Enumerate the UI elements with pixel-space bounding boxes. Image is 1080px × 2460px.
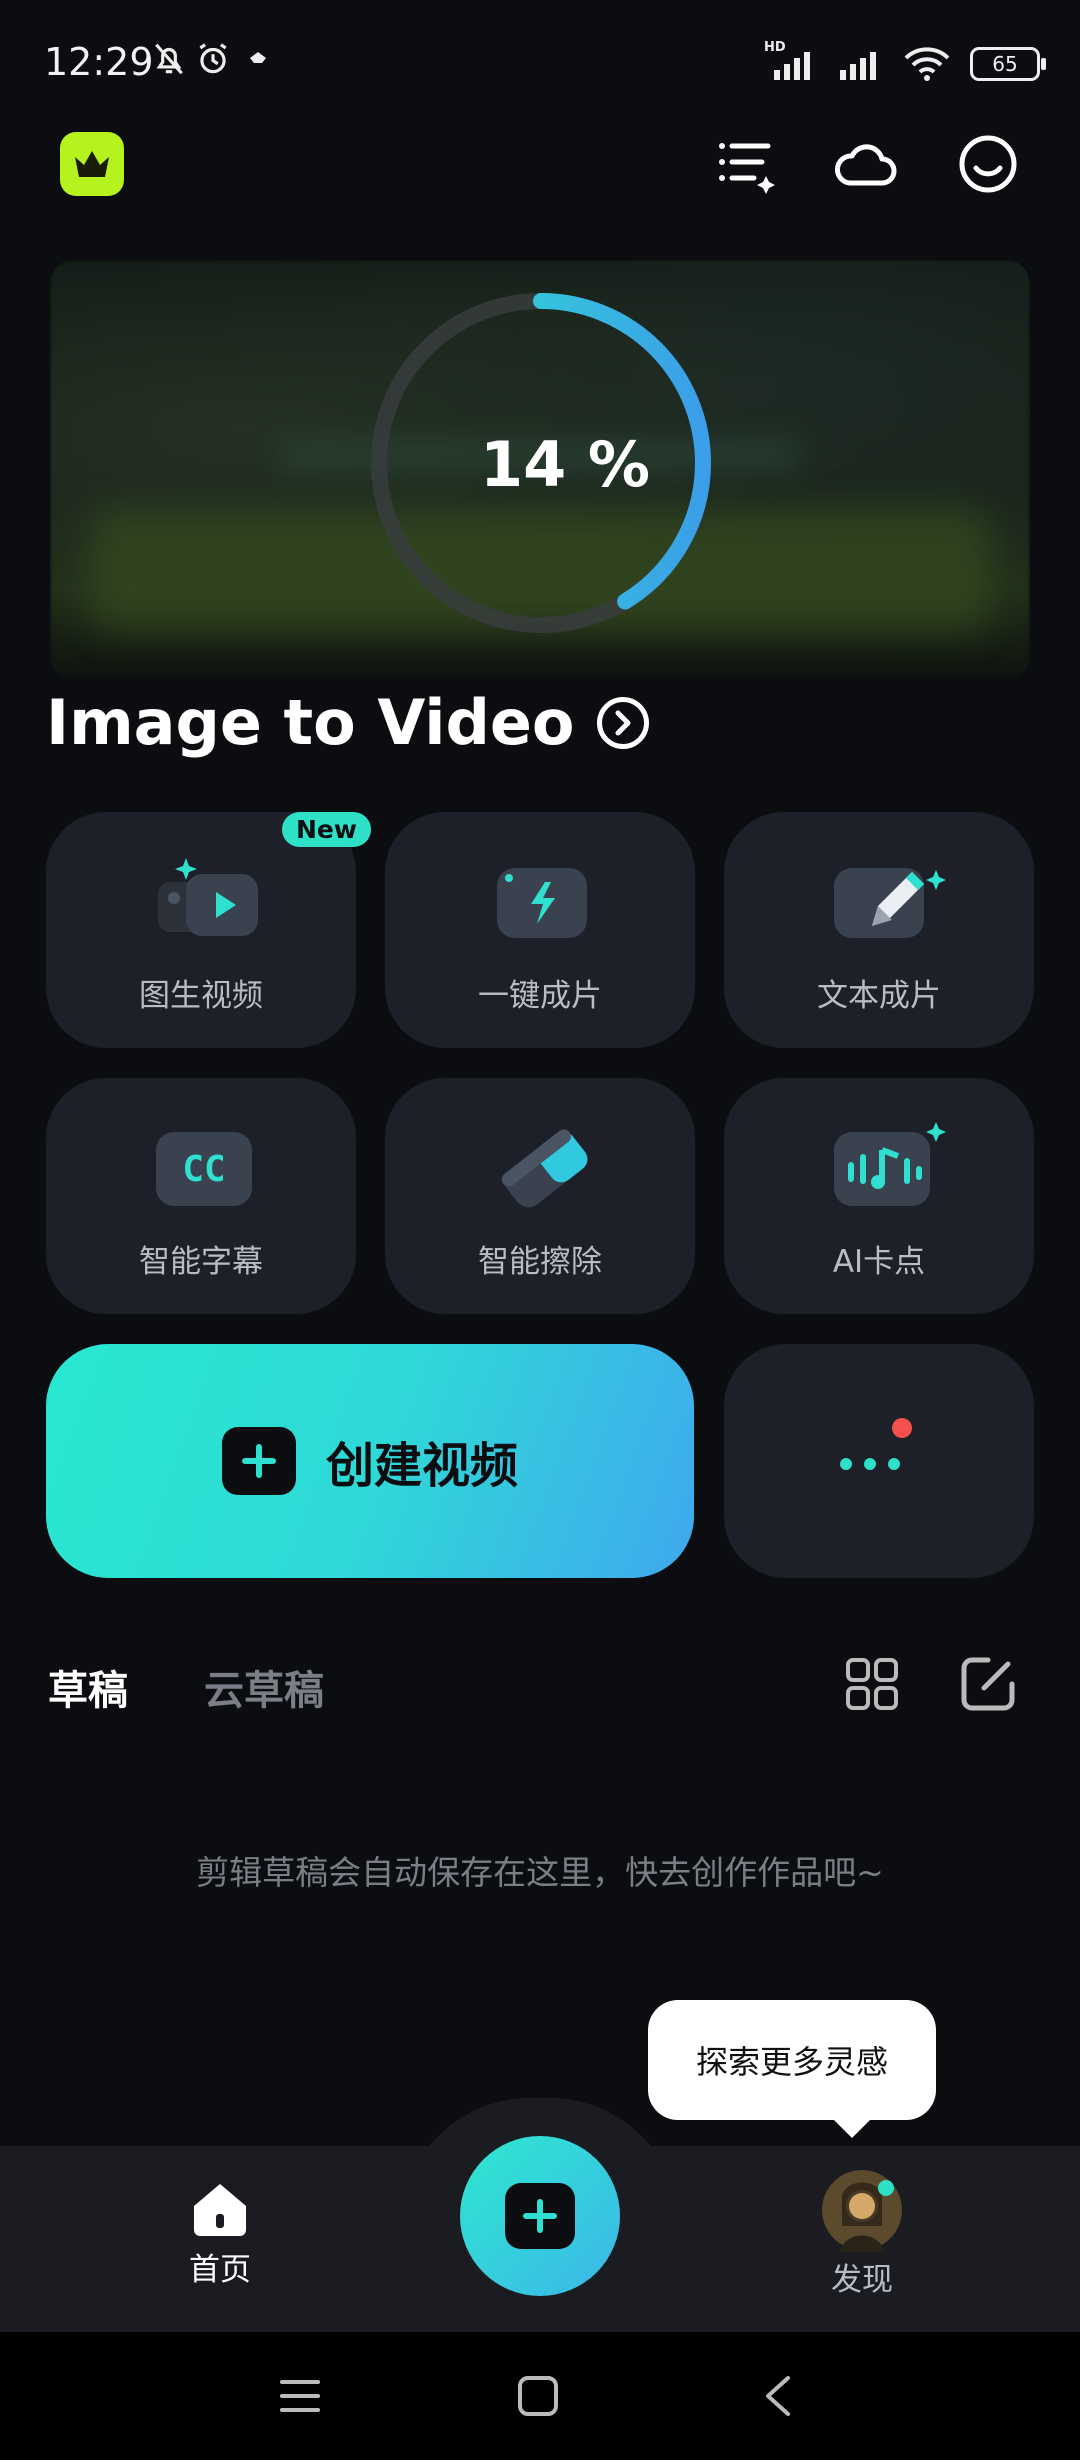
nav-home[interactable]: 首页 <box>170 2182 270 2289</box>
tool-label: AI卡点 <box>832 1244 926 1280</box>
plus-icon <box>505 2183 575 2249</box>
text-to-video-icon <box>824 848 946 948</box>
create-video-button[interactable]: 创建视频 <box>46 1344 694 1578</box>
tab-cloud-drafts[interactable]: 云草稿 <box>204 1658 324 1716</box>
system-status: HD 65 <box>764 40 1046 84</box>
tool-one-click[interactable]: 一键成片 <box>385 812 695 1048</box>
tool-label: 文本成片 <box>817 978 941 1014</box>
beat-icon <box>824 1114 946 1214</box>
eraser-icon <box>485 1114 595 1214</box>
wifi-icon <box>904 47 950 81</box>
tool-label: 图生视频 <box>139 978 263 1014</box>
nav-home-label: 首页 <box>189 2252 251 2288</box>
more-dots-icon <box>840 1418 912 1470</box>
edit-drafts-button[interactable] <box>958 1654 1018 1718</box>
tool-text-to-video[interactable]: 文本成片 <box>724 812 1034 1048</box>
battery-indicator: 65 <box>970 47 1046 81</box>
promo-title: Image to Video <box>46 686 575 759</box>
promo-link[interactable]: Image to Video <box>46 686 649 759</box>
cloud-button[interactable] <box>832 130 900 198</box>
home-button-icon[interactable] <box>516 2374 560 2418</box>
menu-icon[interactable] <box>278 2376 322 2416</box>
app-notification-icon <box>250 52 266 63</box>
discover-tooltip[interactable]: 探索更多灵感 <box>648 2000 936 2138</box>
crown-icon <box>75 151 109 177</box>
profile-icon <box>959 135 1017 193</box>
image-to-video-icon <box>146 848 258 948</box>
empty-drafts-message: 剪辑草稿会自动保存在这里，快去创作作品吧~ <box>196 1853 884 1892</box>
tool-smart-erase[interactable]: 智能擦除 <box>385 1078 695 1314</box>
cellular-signal-icon: HD <box>764 40 818 84</box>
progress-percent: 14 % <box>480 428 650 501</box>
alarm-icon <box>199 43 227 74</box>
task-list-button[interactable] <box>712 130 780 198</box>
caption-icon: CC <box>146 1114 256 1214</box>
more-tools-button[interactable] <box>724 1344 1034 1578</box>
avatar <box>822 2170 902 2252</box>
tool-image-to-video[interactable]: 图生视频 <box>46 812 356 1048</box>
status-icons <box>150 40 280 80</box>
status-time: 12:29 <box>44 40 154 84</box>
cellular-signal-2-icon <box>840 52 876 80</box>
nav-discover-label: 发现 <box>831 2262 893 2298</box>
chevron-right-icon <box>596 696 649 749</box>
mute-bell-icon <box>155 43 183 75</box>
tool-label: 一键成片 <box>478 978 602 1014</box>
new-badge: New <box>282 812 371 847</box>
caption-icon-text: CC <box>182 1149 225 1190</box>
cloud-icon <box>835 144 897 186</box>
tool-smart-caption[interactable]: CC 智能字幕 <box>46 1078 356 1314</box>
home-icon <box>194 2184 246 2236</box>
hd-badge: HD <box>764 40 786 55</box>
vip-button[interactable] <box>60 132 124 196</box>
back-icon[interactable] <box>760 2374 796 2418</box>
grid-view-icon <box>846 1658 898 1710</box>
one-click-icon <box>485 848 595 948</box>
grid-view-button[interactable] <box>844 1656 900 1716</box>
nav-discover[interactable]: 发现 <box>812 2168 912 2299</box>
create-fab-button[interactable] <box>460 2136 620 2296</box>
tool-label: 智能字幕 <box>139 1244 263 1280</box>
profile-button[interactable] <box>954 130 1022 198</box>
battery-level: 65 <box>992 52 1018 76</box>
tool-ai-beat[interactable]: AI卡点 <box>724 1078 1034 1314</box>
plus-icon <box>221 1427 296 1495</box>
tab-drafts[interactable]: 草稿 <box>48 1658 128 1716</box>
task-list-icon <box>719 143 775 194</box>
tool-label: 智能擦除 <box>478 1244 602 1280</box>
edit-icon <box>961 1657 1015 1711</box>
create-video-label: 创建视频 <box>325 1438 518 1494</box>
system-nav-bar <box>0 2332 1080 2460</box>
